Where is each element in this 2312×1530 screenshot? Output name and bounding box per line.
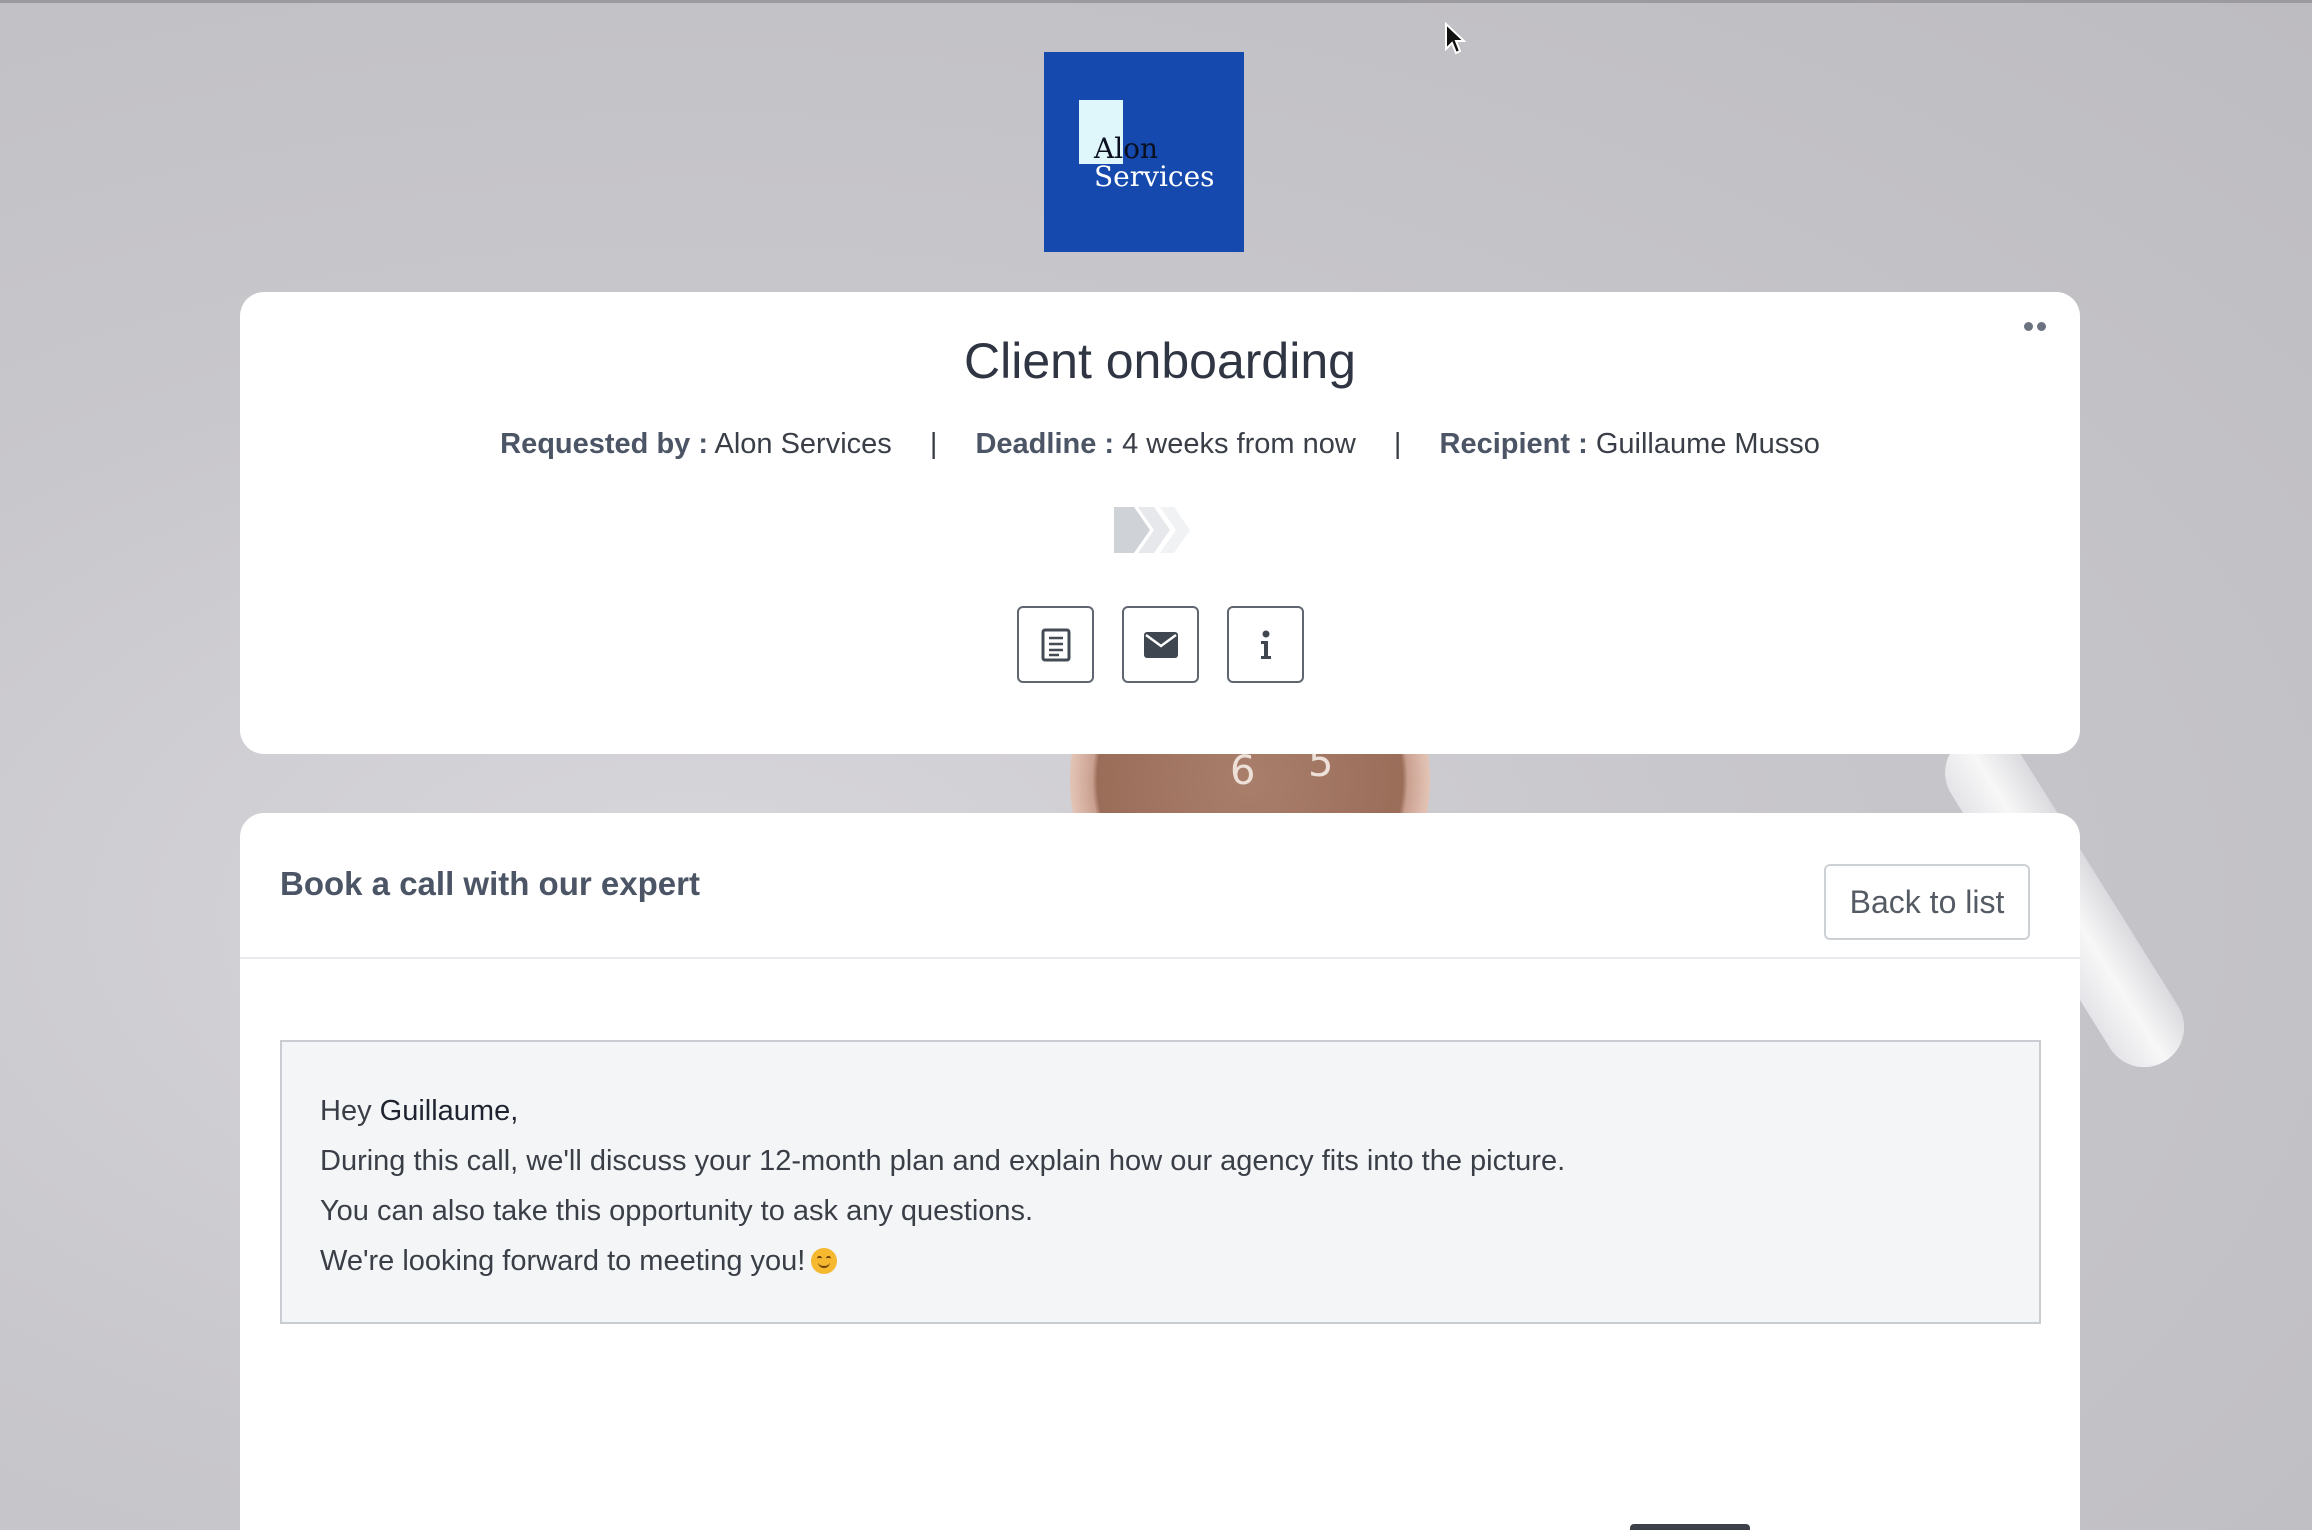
logo-text-line2: Services [1094, 160, 1215, 193]
info-icon [1260, 630, 1271, 659]
closing-text: We're looking forward to meeting you! [320, 1245, 806, 1277]
company-logo: Alon Services [1044, 52, 1244, 252]
message-line-2: During this call, we'll discuss your 12-… [320, 1145, 1566, 1177]
mouse-cursor-icon [1445, 22, 1466, 55]
info-button[interactable] [1227, 606, 1304, 683]
message-box: Hey Guillaume, During this call, we'll d… [280, 1040, 2041, 1324]
progress-steps-icon [1114, 507, 1190, 553]
smiling-face-icon [811, 1248, 838, 1274]
step-card: Book a call with our expert Back to list… [240, 813, 2080, 1530]
bottom-tab [1630, 1524, 1750, 1530]
deadline-value: 4 weeks from now [1122, 428, 1356, 460]
step-card-header: Book a call with our expert Back to list [240, 813, 2080, 959]
back-to-list-button[interactable]: Back to list [1824, 864, 2030, 940]
action-icon-row [1017, 606, 1304, 683]
recipient-label: Recipient : [1439, 428, 1588, 460]
deadline-label: Deadline : [975, 428, 1115, 460]
message-line-3: You can also take this opportunity to as… [320, 1195, 1034, 1227]
document-button[interactable] [1017, 606, 1094, 683]
more-dots-icon[interactable] [2024, 322, 2046, 331]
message-line-4: We're looking forward to meeting you! [320, 1236, 2001, 1286]
meta-separator: | [1393, 428, 1402, 460]
header-card: Client onboarding Requested by : Alon Se… [240, 292, 2080, 754]
greeting-text: Hey [320, 1095, 380, 1127]
document-icon [1041, 628, 1070, 661]
step-title: Book a call with our expert [280, 865, 700, 902]
window-top-border [0, 0, 2312, 3]
requested-by-label: Requested by : [500, 428, 709, 460]
page-title: Client onboarding [964, 333, 1356, 389]
clock-number: 6 [1230, 748, 1256, 794]
message-line-1: Hey Guillaume, [320, 1086, 2001, 1136]
recipient-value: Guillaume Musso [1595, 428, 1820, 460]
envelope-icon [1143, 631, 1178, 658]
request-meta: Requested by : Alon Services | Deadline … [240, 428, 2080, 461]
meta-separator: | [929, 428, 938, 460]
requested-by-value: Alon Services [714, 428, 892, 460]
recipient-first-name: Guillaume, [379, 1095, 519, 1127]
email-button[interactable] [1122, 606, 1199, 683]
